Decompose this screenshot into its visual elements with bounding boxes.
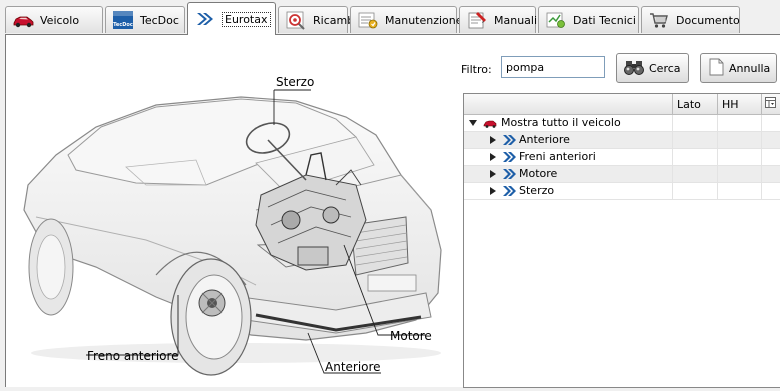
tree-row-root[interactable]: Mostra tutto il veicolo bbox=[464, 115, 780, 132]
car-diagram: Sterzo Motore Freno anteriore Anteriore bbox=[6, 35, 461, 388]
tab-dati-tecnici[interactable]: Dati Tecnici bbox=[538, 6, 639, 33]
tab-label: Manutenzione bbox=[385, 13, 463, 27]
tree-label: Motore bbox=[519, 167, 558, 180]
chevron-double-icon bbox=[502, 168, 516, 180]
search-button-label: Cerca bbox=[649, 61, 681, 75]
cancel-button-label: Annulla bbox=[729, 61, 771, 75]
callout-sterzo[interactable]: Sterzo bbox=[276, 75, 314, 89]
tab-label: Eurotax bbox=[222, 11, 271, 27]
technical-data-icon bbox=[545, 10, 567, 30]
eurotax-panel: Sterzo Motore Freno anteriore Anteriore … bbox=[5, 34, 780, 388]
table-header: Lato HH bbox=[464, 94, 780, 115]
tree-row-motore[interactable]: Motore bbox=[464, 166, 780, 183]
expand-arrow-icon[interactable] bbox=[490, 170, 496, 178]
tree-row-freni-anteriori[interactable]: Freni anteriori bbox=[464, 149, 780, 166]
tree-label: Freni anteriori bbox=[519, 150, 596, 163]
tecdoc-logo-text: TecDoc bbox=[113, 22, 133, 28]
tree-row-anteriore[interactable]: Anteriore bbox=[464, 132, 780, 149]
chevron-double-icon bbox=[194, 9, 216, 29]
tab-bar: Veicolo TecDoc TecDoc Eurotax Ricamb Man… bbox=[0, 0, 780, 35]
tab-label: TecDoc bbox=[140, 13, 179, 27]
expand-arrow-icon[interactable] bbox=[490, 153, 496, 161]
chevron-double-icon bbox=[502, 185, 516, 197]
tab-eurotax[interactable]: Eurotax bbox=[187, 2, 276, 35]
tab-label: Ricamb bbox=[313, 13, 355, 27]
tab-label: Dati Tecnici bbox=[573, 13, 636, 27]
tree-label: Sterzo bbox=[519, 184, 555, 197]
column-chooser-icon[interactable] bbox=[762, 94, 780, 114]
tab-label: Documento bbox=[676, 13, 740, 27]
column-header-name[interactable] bbox=[464, 94, 673, 114]
tab-tecdoc[interactable]: TecDoc TecDoc bbox=[105, 6, 185, 33]
car-icon bbox=[12, 10, 34, 30]
search-button[interactable]: Cerca bbox=[616, 53, 689, 83]
tab-label: Veicolo bbox=[40, 13, 80, 27]
chevron-double-icon bbox=[502, 151, 516, 163]
manual-icon bbox=[466, 10, 488, 30]
tree-label: Mostra tutto il veicolo bbox=[501, 116, 621, 129]
tab-manuali[interactable]: Manuali bbox=[459, 6, 538, 33]
tab-manutenzione[interactable]: Manutenzione bbox=[350, 6, 463, 33]
tab-documento[interactable]: Documento bbox=[641, 6, 740, 33]
parts-icon bbox=[285, 10, 307, 30]
tree-row-sterzo[interactable]: Sterzo bbox=[464, 183, 780, 200]
tab-veicolo[interactable]: Veicolo bbox=[5, 6, 103, 33]
tecdoc-logo-icon: TecDoc bbox=[112, 10, 134, 30]
document-icon bbox=[707, 57, 725, 80]
parts-tree-table: Lato HH Mostra tutto il veicolo Anterior… bbox=[463, 93, 780, 388]
filter-label: Filtro: bbox=[461, 63, 492, 76]
chevron-double-icon bbox=[502, 134, 516, 146]
maintenance-icon bbox=[357, 10, 379, 30]
callout-motore[interactable]: Motore bbox=[390, 329, 432, 343]
cart-icon bbox=[648, 10, 670, 30]
filter-input[interactable] bbox=[501, 56, 605, 78]
car-icon bbox=[483, 117, 497, 129]
column-header-lato[interactable]: Lato bbox=[673, 94, 718, 114]
callout-anteriore[interactable]: Anteriore bbox=[325, 360, 381, 374]
expand-arrow-icon[interactable] bbox=[490, 187, 496, 195]
tab-label: Manuali bbox=[494, 13, 538, 27]
expand-arrow-icon[interactable] bbox=[490, 136, 496, 144]
tree-label: Anteriore bbox=[519, 133, 570, 146]
expand-arrow-icon[interactable] bbox=[469, 120, 477, 126]
tab-ricamb[interactable]: Ricamb bbox=[278, 6, 354, 33]
binoculars-icon bbox=[623, 58, 645, 79]
cancel-button[interactable]: Annulla bbox=[700, 53, 777, 83]
callout-freno-anteriore[interactable]: Freno anteriore bbox=[87, 349, 179, 363]
column-header-hh[interactable]: HH bbox=[718, 94, 762, 114]
